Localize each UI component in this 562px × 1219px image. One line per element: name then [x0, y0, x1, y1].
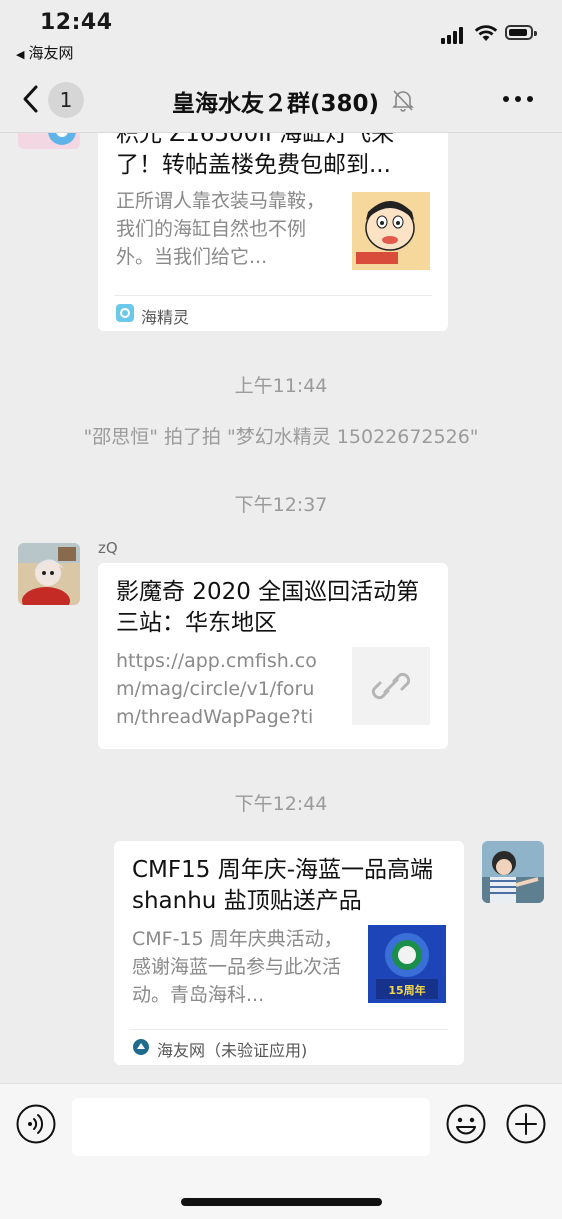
- link-card-message[interactable]: CMF15 周年庆-海蓝一品高端 shanhu 盐顶贴送产品 CMF-15 周年…: [114, 841, 464, 1065]
- timestamp: 上午11:44: [234, 375, 328, 397]
- unread-count-badge[interactable]: 1: [48, 82, 84, 118]
- chat-title: 皇海水友２群(380): [172, 91, 380, 117]
- thumbnail-caption: 15周年: [388, 983, 425, 997]
- back-to-app-link[interactable]: ◀ 海友网: [16, 42, 73, 63]
- card-description: https://app.cmfish.com/mag/circle/v1/for…: [116, 650, 317, 728]
- sender-name: zQ: [98, 539, 118, 557]
- chat-header: 1 皇海水友２群(380): [0, 70, 562, 133]
- link-thumbnail: [352, 647, 430, 725]
- card-source-label: 海精灵: [141, 308, 190, 327]
- plus-icon[interactable]: [506, 1104, 546, 1144]
- message-input[interactable]: [72, 1098, 430, 1156]
- chat-messages[interactable]: 积光 Z16500II 海缸灯飞来了！转帖盖楼免费包邮到... 正所谓人靠衣装马…: [0, 133, 562, 1083]
- message-input-bar: [0, 1083, 562, 1219]
- wifi-icon: [474, 25, 498, 41]
- status-bar: 12:44 ◀ 海友网: [0, 0, 562, 70]
- card-description: CMF-15 周年庆典活动，感谢海蓝一品参与此次活动。青岛海科...: [132, 928, 343, 1006]
- mini-program-icon: [116, 304, 134, 322]
- card-title: 影魔奇 2020 全国巡回活动第三站：华东地区: [116, 579, 420, 636]
- back-triangle-icon: ◀: [16, 48, 25, 61]
- timestamp: 下午12:37: [234, 494, 328, 516]
- card-thumbnail: 15周年: [368, 925, 446, 1003]
- back-app-label: 海友网: [28, 44, 74, 62]
- more-dots-icon[interactable]: [503, 96, 537, 104]
- status-time: 12:44: [40, 10, 113, 35]
- emoji-icon[interactable]: [446, 1104, 486, 1144]
- avatar[interactable]: [482, 841, 544, 903]
- app-logo-icon: [133, 1039, 149, 1055]
- avatar[interactable]: [18, 133, 80, 149]
- timestamp: 下午12:44: [234, 793, 328, 815]
- pat-system-message: "邵思恒" 拍了拍 "梦幻水精灵 15022672526": [83, 426, 479, 448]
- battery-icon: [505, 25, 537, 40]
- card-source-label: 海友网（未验证应用): [157, 1041, 308, 1060]
- card-title: CMF15 周年庆-海蓝一品高端 shanhu 盐顶贴送产品: [132, 857, 434, 914]
- link-icon: [371, 672, 411, 700]
- mute-bell-icon: [392, 90, 414, 112]
- back-chevron-icon[interactable]: [18, 82, 48, 116]
- voice-icon[interactable]: [16, 1104, 56, 1144]
- avatar[interactable]: [18, 543, 80, 605]
- link-card-message[interactable]: 积光 Z16500II 海缸灯飞来了！转帖盖楼免费包邮到... 正所谓人靠衣装马…: [98, 133, 448, 331]
- link-card-message[interactable]: 影魔奇 2020 全国巡回活动第三站：华东地区 https://app.cmfi…: [98, 563, 448, 749]
- card-description: 正所谓人靠衣装马靠鞍，我们的海缸自然也不例外。当我们给它...: [116, 190, 326, 268]
- home-indicator[interactable]: [181, 1198, 382, 1206]
- card-thumbnail: [352, 192, 430, 270]
- cellular-signal-icon: [441, 26, 467, 44]
- card-divider: [114, 295, 432, 296]
- card-divider: [130, 1029, 448, 1030]
- card-title: 积光 Z16500II 海缸灯飞来了！转帖盖楼免费包邮到...: [116, 133, 395, 178]
